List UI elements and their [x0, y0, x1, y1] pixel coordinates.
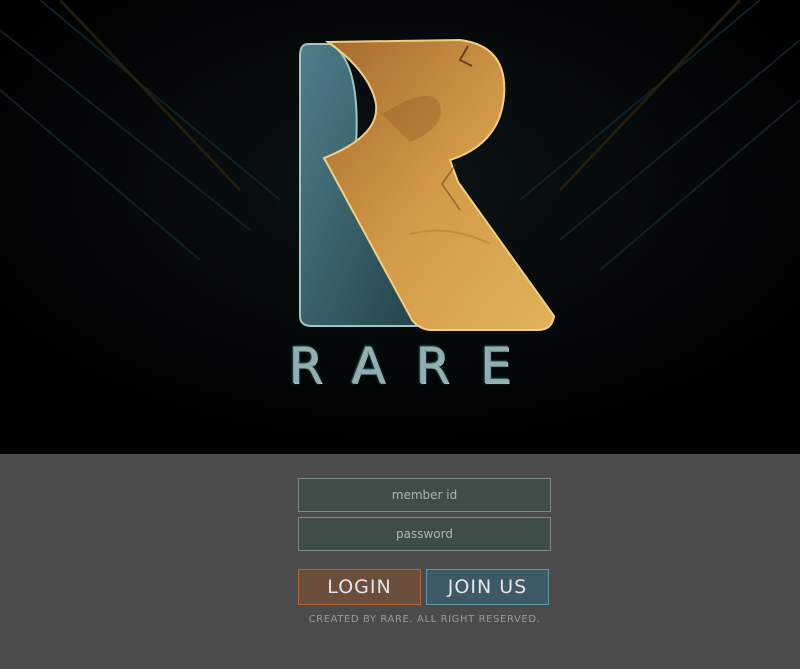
join-us-button[interactable]: JOIN US	[426, 569, 549, 605]
rare-logo	[299, 38, 556, 331]
join-us-button-label: JOIN US	[447, 576, 528, 598]
hero-banner: RARE	[0, 0, 800, 454]
member-id-field[interactable]	[298, 478, 551, 512]
brand-wordmark: RARE	[288, 337, 542, 395]
login-panel: LOGIN JOIN US CREATED BY RARE. ALL RIGHT…	[0, 454, 800, 669]
copyright-footer: CREATED BY RARE. ALL RIGHT RESERVED.	[308, 614, 541, 625]
login-button-label: LOGIN	[327, 576, 392, 598]
login-button[interactable]: LOGIN	[298, 569, 421, 605]
password-field[interactable]	[298, 517, 551, 551]
